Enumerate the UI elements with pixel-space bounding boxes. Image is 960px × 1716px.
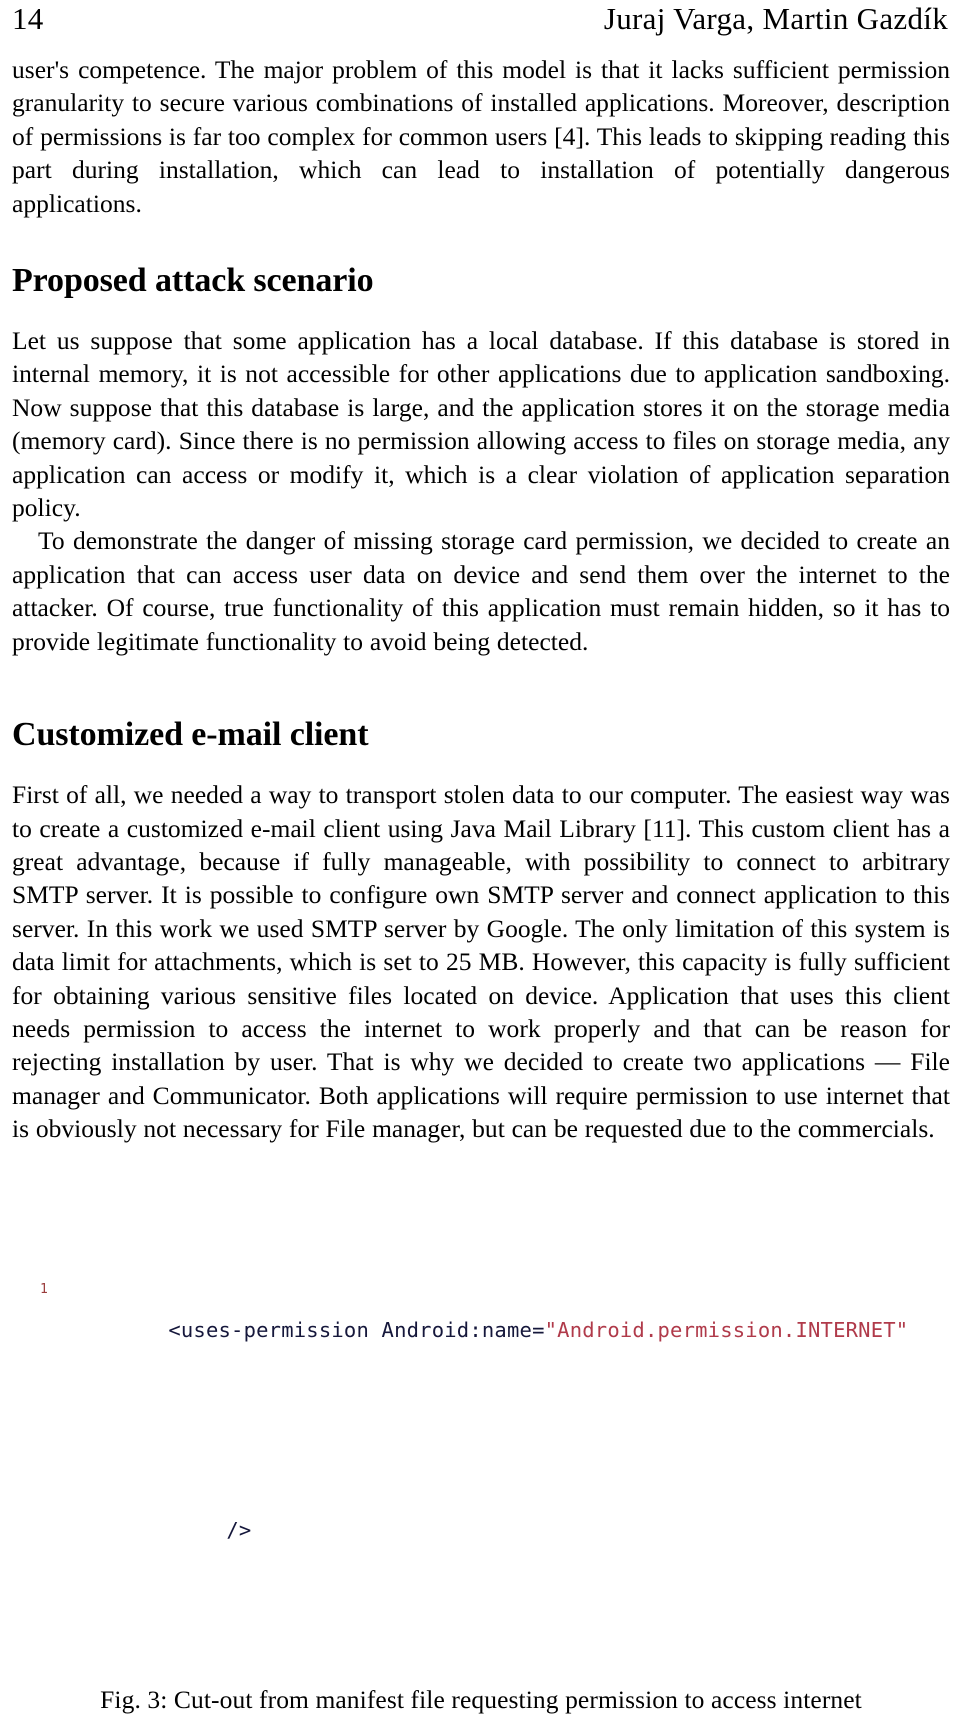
code-line-2: /> (68, 1470, 950, 1590)
code-snippet: 1 <uses-permission Android:name="Android.… (12, 1190, 950, 1670)
code-token-close-tag: /> (226, 1517, 252, 1542)
figure-caption: Fig. 3: Cut-out from manifest file reque… (100, 1684, 862, 1714)
code-token-string: "Android.permission.INTERNET" (544, 1317, 909, 1342)
heading-proposed-attack-scenario: Proposed attack scenario (12, 262, 374, 300)
heading-customized-email-client: Customized e-mail client (12, 716, 369, 754)
code-line-1: 1 <uses-permission Android:name="Android.… (40, 1270, 950, 1390)
page-number: 14 (12, 1, 44, 36)
paragraph-mail-1: First of all, we needed a way to transpo… (12, 780, 950, 1144)
figure-3: 1 <uses-permission Android:name="Android.… (12, 1190, 950, 1716)
running-head-authors: Juraj Varga, Martin Gazdík (603, 1, 948, 36)
running-head: 14 Juraj Varga, Martin Gazdík (12, 0, 950, 42)
paragraph-attack-2: To demonstrate the danger of missing sto… (12, 526, 950, 656)
document-page: 14 Juraj Varga, Martin Gazdík user's com… (0, 0, 960, 1714)
paragraph-attack-1: Let us suppose that some application has… (12, 326, 950, 523)
line-number-marker: 1 (39, 1281, 48, 1297)
code-token-tag: <uses-permission Android:name= (168, 1317, 545, 1342)
paragraph-continued: user's competence. The major problem of … (12, 55, 950, 218)
